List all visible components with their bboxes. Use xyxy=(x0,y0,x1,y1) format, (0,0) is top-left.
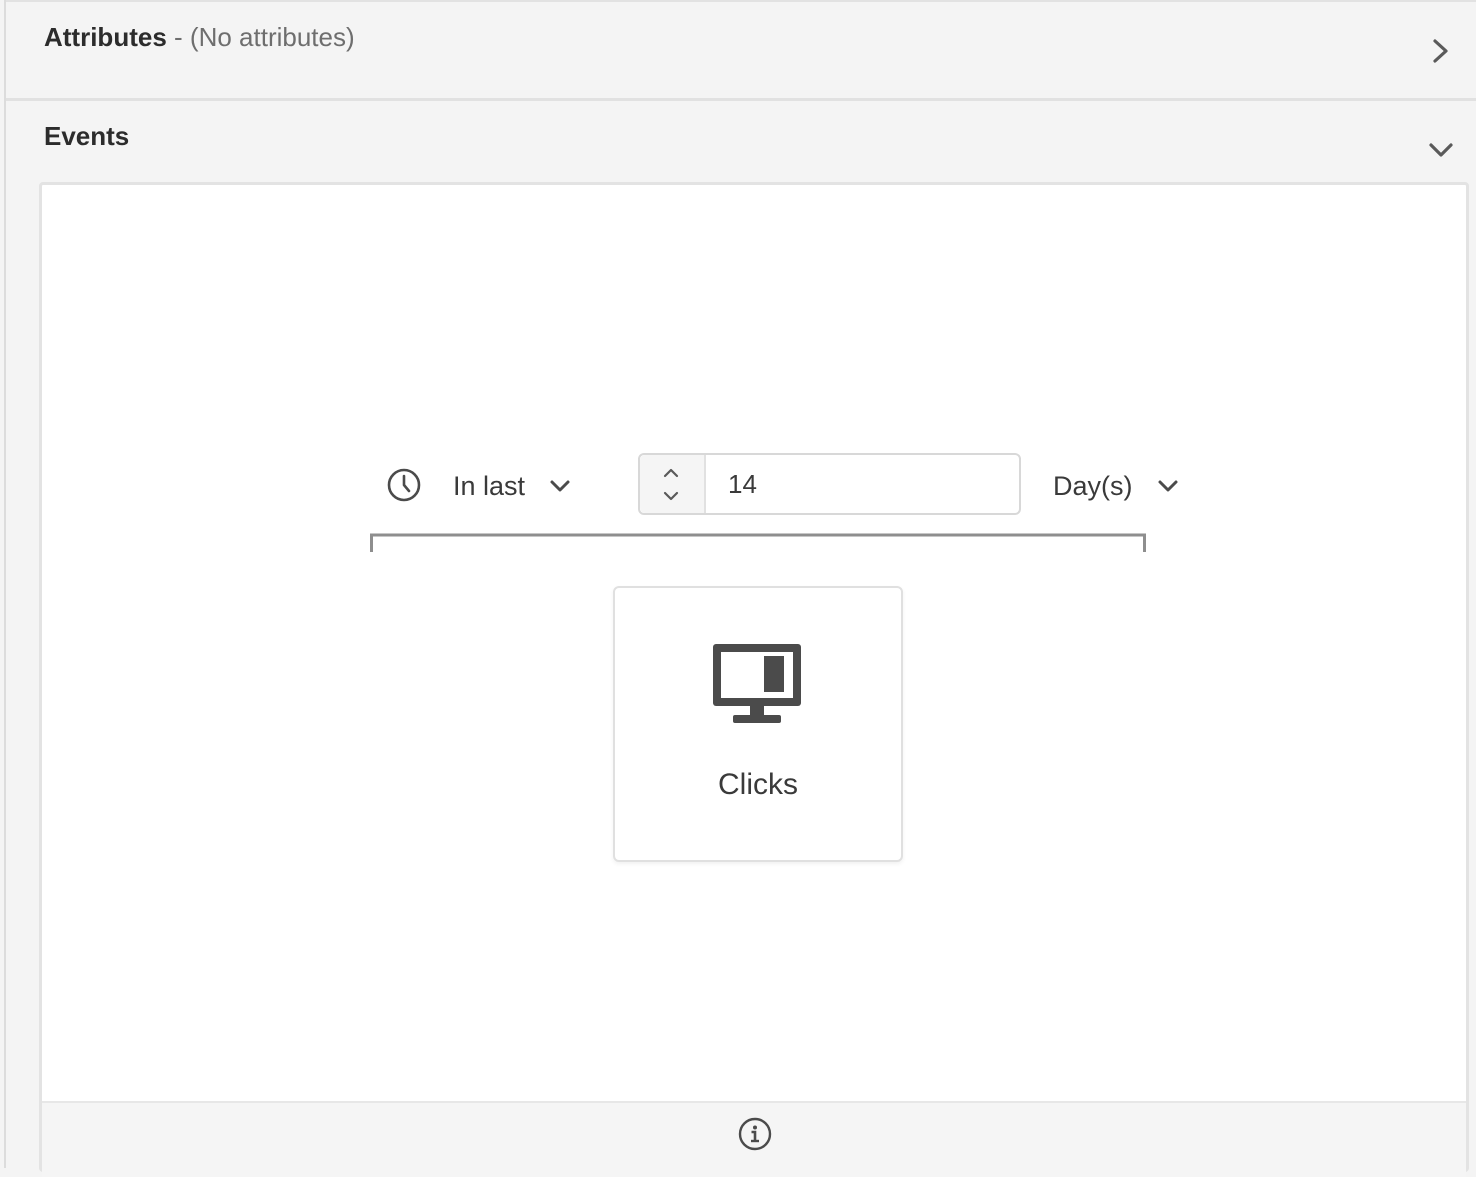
event-tile-clicks[interactable]: Clicks xyxy=(613,586,903,862)
attributes-separator: - xyxy=(174,22,183,52)
time-unit-label: Day(s) xyxy=(1053,470,1133,501)
stepper-buttons xyxy=(640,455,706,513)
time-unit-dropdown[interactable]: Day(s) xyxy=(1053,453,1179,519)
attributes-summary: (No attributes) xyxy=(189,22,355,52)
event-tile-label: Clicks xyxy=(718,768,798,801)
events-accordion-header[interactable]: Events xyxy=(6,101,1476,181)
container-bracket xyxy=(370,533,1146,552)
chevron-down-icon xyxy=(550,480,570,492)
time-operator-label: In last xyxy=(453,470,526,501)
time-value-stepper: 14 xyxy=(638,453,1021,515)
time-operator-dropdown[interactable]: In last xyxy=(453,453,571,519)
clock-icon xyxy=(387,468,421,502)
time-filter-row: In last 14 Day(s) xyxy=(387,453,1177,519)
events-footer xyxy=(42,1101,1466,1177)
decrement-icon[interactable] xyxy=(662,490,680,502)
attributes-heading: Attributes - (No attributes) xyxy=(44,20,355,54)
events-title: Events xyxy=(44,121,130,151)
monitor-icon xyxy=(713,644,801,723)
attributes-title: Attributes xyxy=(44,22,167,52)
chevron-down-icon[interactable] xyxy=(1428,139,1454,161)
increment-icon[interactable] xyxy=(662,467,680,479)
chevron-right-icon[interactable] xyxy=(1430,38,1452,64)
info-icon[interactable] xyxy=(738,1117,772,1151)
attributes-accordion-header[interactable]: Attributes - (No attributes) xyxy=(6,2,1476,101)
chevron-down-icon xyxy=(1158,480,1177,492)
events-canvas: In last 14 Day(s) Clicks xyxy=(39,182,1469,1177)
segment-editor-panel: Attributes - (No attributes) Events In l… xyxy=(0,0,1476,1177)
time-value-input[interactable]: 14 xyxy=(706,455,757,513)
